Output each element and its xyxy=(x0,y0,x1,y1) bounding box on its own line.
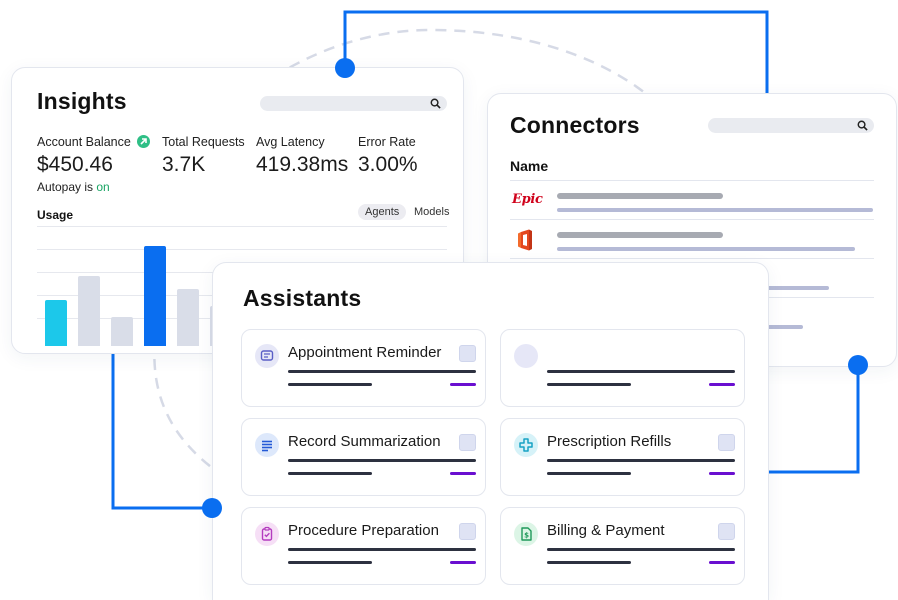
placeholder-line xyxy=(288,472,372,475)
usage-bar xyxy=(177,289,199,346)
usage-bar xyxy=(144,246,166,346)
placeholder-accent-line xyxy=(450,561,476,564)
placeholder-accent-line xyxy=(709,472,735,475)
document-lines-icon xyxy=(255,433,279,457)
connectors-title: Connectors xyxy=(510,112,640,138)
message-icon xyxy=(255,344,279,368)
assistant-checkbox[interactable] xyxy=(718,523,735,540)
placeholder-line xyxy=(557,247,855,251)
insights-search-input[interactable] xyxy=(260,96,447,111)
autopay-prefix: Autopay is xyxy=(37,180,97,194)
usage-bar xyxy=(45,300,67,346)
placeholder-accent-line xyxy=(709,383,735,386)
placeholder-line xyxy=(557,208,873,212)
metric-label-balance: Account Balance xyxy=(37,135,131,149)
assistant-tile-record-summarization[interactable]: Record Summarization xyxy=(241,418,486,496)
assistants-title: Assistants xyxy=(243,285,362,311)
placeholder-line xyxy=(557,193,723,199)
connector-row-epic[interactable]: Epic xyxy=(510,180,874,220)
assistant-name: Billing & Payment xyxy=(547,522,665,539)
clipboard-check-icon xyxy=(255,522,279,546)
metric-label-error-rate: Error Rate xyxy=(358,135,416,149)
placeholder-accent-line xyxy=(450,383,476,386)
placeholder-line xyxy=(547,472,631,475)
medical-cross-icon xyxy=(514,433,538,457)
placeholder-line xyxy=(288,459,476,462)
metric-value-requests: 3.7K xyxy=(162,153,206,176)
placeholder-line xyxy=(288,561,372,564)
metric-value-balance: $450.46 xyxy=(37,153,113,176)
assistant-tile-appointment-reminder[interactable]: Appointment Reminder xyxy=(241,329,486,407)
placeholder-line xyxy=(288,548,476,551)
insights-title: Insights xyxy=(37,88,127,114)
name-column-header: Name xyxy=(510,158,549,174)
tab-agents[interactable]: Agents xyxy=(358,204,407,220)
assistant-name: Appointment Reminder xyxy=(288,344,442,361)
placeholder-line xyxy=(288,383,372,386)
assistant-checkbox[interactable] xyxy=(459,523,476,540)
office-logo-icon xyxy=(518,229,532,251)
assistant-checkbox[interactable] xyxy=(459,345,476,362)
usage-bar xyxy=(78,276,100,346)
assistants-card: Assistants Appointment Reminder Record S… xyxy=(212,262,769,600)
connector-row-office[interactable] xyxy=(510,219,874,259)
assistant-name: Record Summarization xyxy=(288,433,441,450)
metric-value-error-rate: 3.00% xyxy=(358,153,418,176)
placeholder-line xyxy=(547,561,631,564)
search-icon xyxy=(857,120,868,131)
placeholder-line xyxy=(288,370,476,373)
assistant-checkbox[interactable] xyxy=(718,434,735,451)
invoice-dollar-icon: $ xyxy=(514,522,538,546)
svg-text:$: $ xyxy=(524,532,529,540)
placeholder-line xyxy=(547,459,735,462)
assistant-tile-billing-payment[interactable]: $ Billing & Payment xyxy=(500,507,745,585)
placeholder-line xyxy=(547,548,735,551)
assistant-tile-prescription-refills[interactable]: Prescription Refills xyxy=(500,418,745,496)
metric-label-requests: Total Requests xyxy=(162,135,245,149)
placeholder-line xyxy=(557,232,723,238)
autopay-state: on xyxy=(96,180,110,194)
metric-value-latency: 419.38ms xyxy=(256,153,349,176)
usage-label: Usage xyxy=(37,208,74,222)
assistant-tile-procedure-preparation[interactable]: Procedure Preparation xyxy=(241,507,486,585)
gridline xyxy=(37,226,447,227)
metric-label-latency: Avg Latency xyxy=(256,135,325,149)
gridline xyxy=(37,249,447,250)
tab-models[interactable]: Models xyxy=(407,204,456,220)
assistant-tile-hidden[interactable] xyxy=(500,329,745,407)
arrow-up-right-icon xyxy=(137,135,150,148)
placeholder-line xyxy=(547,383,631,386)
usage-bar xyxy=(111,317,133,346)
assistant-checkbox[interactable] xyxy=(459,434,476,451)
assistant-name: Procedure Preparation xyxy=(288,522,439,539)
connectors-search-input[interactable] xyxy=(708,118,874,133)
assistant-name: Prescription Refills xyxy=(547,433,672,450)
placeholder-accent-line xyxy=(709,561,735,564)
placeholder-line xyxy=(547,370,735,373)
search-icon xyxy=(430,98,441,109)
placeholder-accent-line xyxy=(450,472,476,475)
epic-logo: Epic xyxy=(512,192,543,207)
autopay-status: Autopay is on xyxy=(37,180,110,194)
assistant-icon xyxy=(514,344,538,368)
